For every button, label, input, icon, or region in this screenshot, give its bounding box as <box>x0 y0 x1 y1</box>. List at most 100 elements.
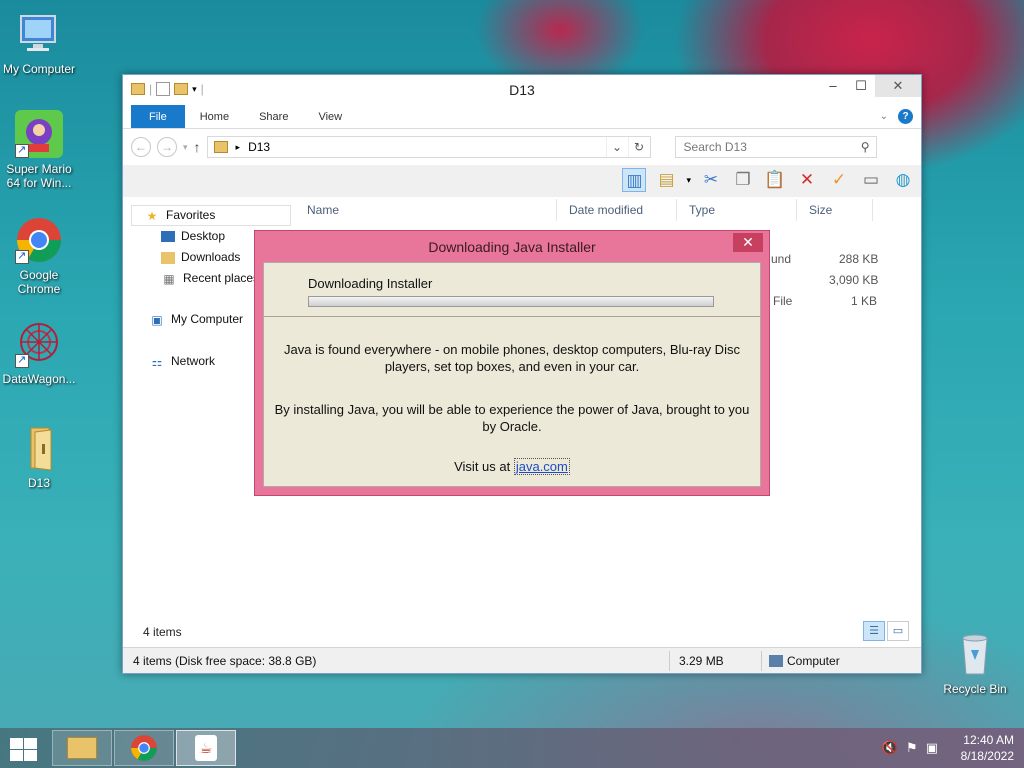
globe-icon[interactable]: ◍ <box>891 168 915 192</box>
status-size: 3.29 MB <box>679 654 724 668</box>
nav-label: Recent places <box>183 271 260 285</box>
desktop-icon-recycle-bin[interactable]: Recycle Bin <box>936 630 1014 696</box>
action-center-flag-icon[interactable]: ⚑ <box>906 740 918 756</box>
address-bar[interactable]: ▸ D13 ⌄ ↻ <box>206 136 651 158</box>
java-info-paragraph: Java is found everywhere - on mobile pho… <box>284 342 740 374</box>
java-icon: ☕ <box>195 735 217 761</box>
mario-game-icon <box>15 110 63 158</box>
cut-icon[interactable]: ✂ <box>699 168 723 192</box>
star-icon: ★ <box>146 208 158 223</box>
shortcut-arrow-icon <box>15 353 29 368</box>
tab-file[interactable]: File <box>131 105 185 128</box>
dialog-close-button[interactable]: ✕ <box>733 233 763 252</box>
forward-button[interactable]: → <box>157 137 177 157</box>
taskbar-java[interactable]: ☕ <box>176 730 236 766</box>
file-explorer-icon <box>67 737 97 759</box>
details-view-button[interactable]: ☰ <box>863 621 885 641</box>
taskbar-chrome[interactable] <box>114 730 174 766</box>
status-bar: 4 items (Disk free space: 38.8 GB) 3.29 … <box>123 647 921 673</box>
refresh-icon[interactable]: ↻ <box>627 137 650 157</box>
preview-pane-icon[interactable]: ▥ <box>622 168 647 192</box>
desktop-icon-d13-folder[interactable]: D13 <box>0 424 78 490</box>
rename-icon[interactable]: ▭ <box>859 168 883 192</box>
start-button[interactable] <box>8 736 38 761</box>
check-icon[interactable]: ✓ <box>827 168 851 192</box>
nav-label: Desktop <box>181 229 226 243</box>
java-com-link[interactable]: java.com <box>513 458 570 475</box>
up-button[interactable]: ↑ <box>194 139 201 155</box>
desktop-icon <box>161 231 175 242</box>
column-type[interactable]: Type <box>677 199 797 221</box>
desktop-icon-label: D13 <box>27 476 50 490</box>
desktop-icon-my-computer[interactable]: My Computer <box>0 10 78 76</box>
breadcrumb-d13[interactable]: D13 <box>248 140 270 154</box>
desktop-icon-label: DataWagon... <box>2 372 76 386</box>
taskbar: ☕ 🔇 ⚑ ▣ 12:40 AM 8/18/2022 <box>0 728 1024 768</box>
chrome-icon <box>15 216 63 264</box>
nav-label: My Computer <box>171 312 244 326</box>
large-icons-view-button[interactable]: ▭ <box>887 621 909 641</box>
nav-favorites[interactable]: ★ Favorites <box>131 205 291 226</box>
close-button[interactable]: ✕ <box>875 75 921 97</box>
column-size[interactable]: Size <box>797 199 873 221</box>
divider <box>264 316 760 317</box>
window-titlebar[interactable]: | ▾ | D13 – ☐ ✕ <box>123 75 921 105</box>
delete-icon[interactable]: ✕ <box>795 168 819 192</box>
search-input[interactable]: Search D13 ⚲ <box>674 136 877 158</box>
expand-ribbon-icon[interactable]: ⌄ <box>880 111 888 122</box>
paste-icon[interactable]: 📋 <box>763 168 787 192</box>
breadcrumb-chevron-icon[interactable]: ▸ <box>236 142 241 153</box>
desktop-icon-label: Google Chrome <box>17 268 61 296</box>
minimize-button[interactable]: – <box>819 75 847 97</box>
column-name[interactable]: Name <box>295 199 557 221</box>
status-disk-space: 4 items (Disk free space: 38.8 GB) <box>133 654 317 668</box>
shortcut-arrow-icon <box>15 143 29 158</box>
oracle-paragraph: By installing Java, you will be able to … <box>274 402 750 434</box>
downloads-folder-icon <box>161 251 175 264</box>
progress-label: Downloading Installer <box>308 276 433 291</box>
dialog-titlebar[interactable]: Downloading Java Installer ✕ <box>255 231 769 261</box>
dropdown-icon[interactable]: ▾ <box>686 175 691 186</box>
desktop-icon-super-mario[interactable]: Super Mario 64 for Win... <box>0 110 78 190</box>
tab-share[interactable]: Share <box>244 105 303 128</box>
datawagon-icon <box>15 320 63 368</box>
window-title: D13 <box>509 82 535 98</box>
download-progress-bar <box>308 296 714 307</box>
desktop-icon-datawagon[interactable]: DataWagon... <box>0 320 78 386</box>
column-date-modified[interactable]: Date modified <box>557 199 677 221</box>
computer-icon <box>15 10 63 58</box>
address-row: ← → ▾ ↑ ▸ D13 ⌄ ↻ Search D13 ⚲ <box>123 129 921 165</box>
nav-label: Favorites <box>166 208 216 222</box>
windows-logo-icon <box>10 738 23 749</box>
recent-locations-icon[interactable]: ▾ <box>183 142 188 153</box>
maximize-button[interactable]: ☐ <box>847 75 875 97</box>
folder-icon <box>15 424 63 472</box>
search-icon[interactable]: ⚲ <box>861 137 870 157</box>
command-toolbar: ▥ ▤ ▾ ✂ ❐ 📋 ✕ ✓ ▭ ◍ <box>123 165 921 197</box>
desktop-icon-label: My Computer <box>2 62 76 76</box>
address-dropdown-icon[interactable]: ⌄ <box>605 137 628 157</box>
row-3-type: File <box>773 294 793 308</box>
visit-line: Visit us at java.com <box>274 458 750 475</box>
search-placeholder: Search D13 <box>683 140 747 154</box>
help-icon[interactable]: ? <box>898 109 913 124</box>
back-button[interactable]: ← <box>131 137 151 157</box>
tab-home[interactable]: Home <box>185 105 244 128</box>
nav-label: Downloads <box>181 250 241 264</box>
clock-time: 12:40 AM <box>963 733 1014 747</box>
progress-fill <box>309 297 713 306</box>
column-headers: Name Date modified Type Size <box>295 199 881 221</box>
copy-icon[interactable]: ❐ <box>731 168 755 192</box>
network-status-icon[interactable]: ▣ <box>926 740 938 756</box>
computer-icon <box>769 655 783 667</box>
tab-view[interactable]: View <box>303 105 357 128</box>
folder-icon <box>213 141 228 153</box>
row-1-size: 288 KB <box>839 252 879 266</box>
select-icon[interactable]: ▤ <box>654 168 678 192</box>
volume-muted-icon[interactable]: 🔇 <box>882 740 898 756</box>
desktop-icon-google-chrome[interactable]: Google Chrome <box>0 216 78 296</box>
taskbar-file-explorer[interactable] <box>52 730 112 766</box>
recent-places-icon: ▦ <box>163 271 175 286</box>
recycle-bin-icon <box>951 630 999 678</box>
system-clock[interactable]: 12:40 AM 8/18/2022 <box>961 732 1014 764</box>
